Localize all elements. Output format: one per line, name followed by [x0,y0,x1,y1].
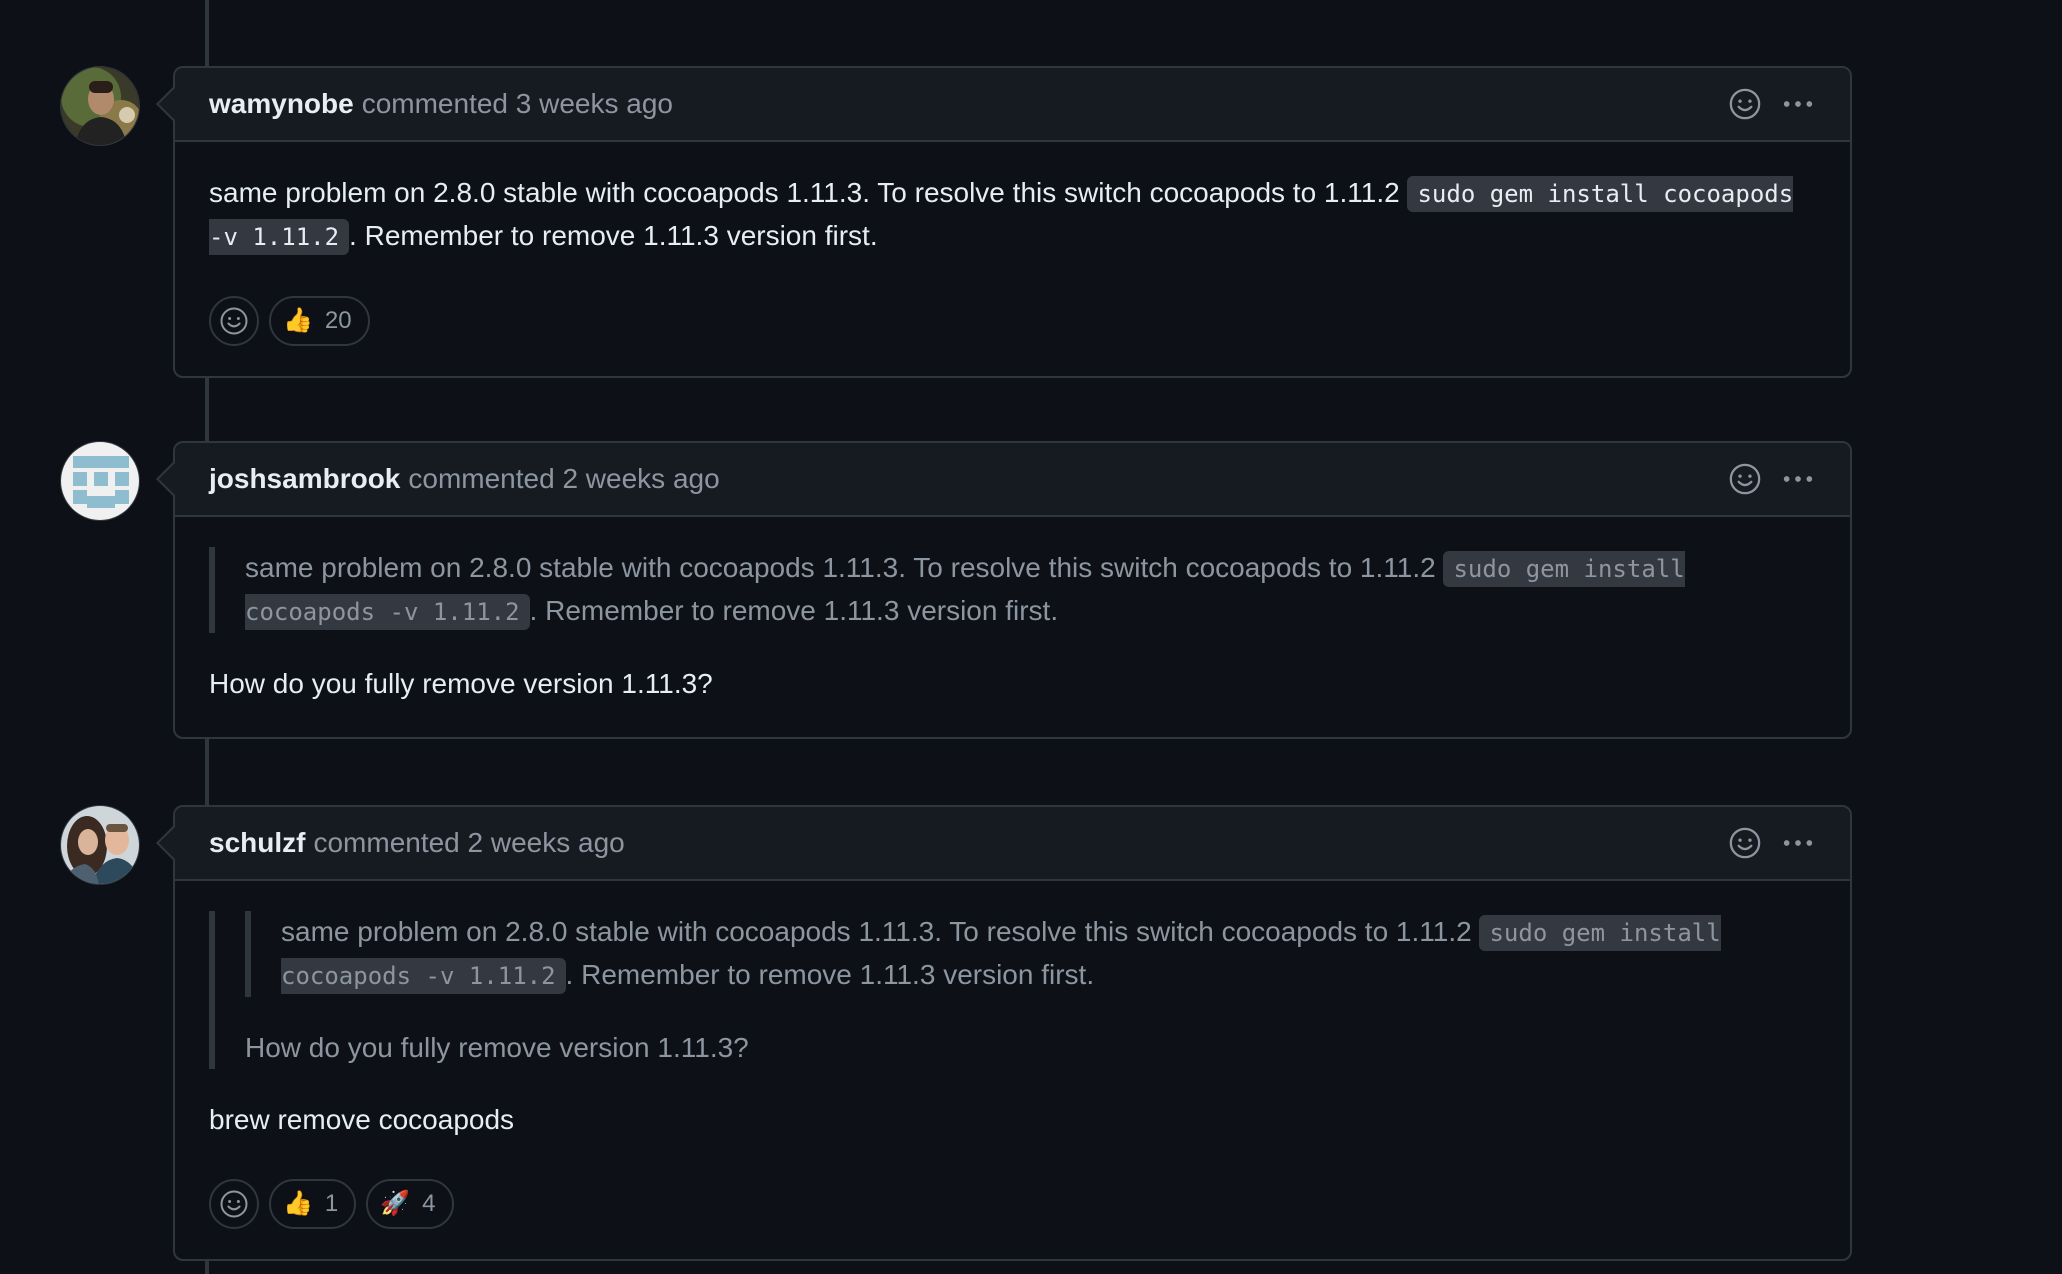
comment-header: joshsambrook commented 2 weeks ago [175,443,1850,517]
reaction-thumbs-up[interactable]: 👍 20 [269,296,370,346]
reaction-rocket[interactable]: 🚀 4 [366,1179,454,1229]
kebab-horizontal-icon[interactable] [1780,462,1816,496]
avatar-photo-icon [61,67,139,145]
quote-text-part: same problem on 2.8.0 stable with cocoap… [245,552,1444,583]
smiley-icon[interactable] [1728,87,1762,121]
rocket-icon: 🚀 [380,1190,411,1217]
thumbs-up-icon: 👍 [283,1190,313,1217]
smiley-icon[interactable] [1728,462,1762,496]
add-reaction-button[interactable] [209,1179,259,1229]
quote-text-part: . Remember to remove 1.11.3 version firs… [565,959,1095,990]
comment-author[interactable]: schulzf [209,827,305,859]
quote-text-part: same problem on 2.8.0 stable with cocoap… [281,916,1480,947]
comment-box: wamynobe commented 3 weeks ago same prob… [156,66,1852,378]
comment-text-part: . Remember to remove 1.11.3 version firs… [349,220,878,251]
avatar-photo-icon [61,806,139,884]
reactions-bar: 👍 1 🚀 4 [209,1179,1816,1229]
avatar[interactable] [60,441,140,521]
comment-actions [1728,807,1816,879]
comment-author[interactable]: joshsambrook [209,463,400,495]
quoted-reply: same problem on 2.8.0 stable with cocoap… [209,911,1816,1069]
reaction-count: 1 [324,1190,339,1217]
thumbs-up-icon: 👍 [283,307,313,334]
reactions-bar: 👍 20 [209,296,1816,346]
add-reaction-button[interactable] [209,296,259,346]
smiley-icon [220,1190,248,1218]
comment-body: same problem on 2.8.0 stable with cocoap… [175,142,1850,376]
comment-text: brew remove cocoapods [209,1104,515,1135]
issue-timeline: wamynobe commented 3 weeks ago same prob… [0,0,2062,1274]
comment-timestamp[interactable]: commented 2 weeks ago [408,463,719,495]
kebab-horizontal-icon[interactable] [1780,826,1816,860]
comment-timestamp[interactable]: commented 2 weeks ago [313,827,624,859]
reaction-count: 20 [324,307,352,334]
avatar[interactable] [60,805,140,885]
nested-quoted-reply: same problem on 2.8.0 stable with cocoap… [245,911,1816,997]
kebab-horizontal-icon[interactable] [1780,87,1816,121]
reaction-thumbs-up[interactable]: 👍 1 [269,1179,357,1229]
comment-header: schulzf commented 2 weeks ago [175,807,1850,881]
reaction-count: 4 [422,1190,436,1217]
comment-actions [1728,68,1816,140]
smiley-icon[interactable] [1728,826,1762,860]
quote-text: same problem on 2.8.0 stable with cocoap… [281,911,1816,997]
comment-body: same problem on 2.8.0 stable with cocoap… [175,517,1850,737]
quote-text: How do you fully remove version 1.11.3? [245,1032,749,1063]
avatar[interactable] [60,66,140,146]
comment-text: How do you fully remove version 1.11.3? [209,668,713,699]
comment-actions [1728,443,1816,515]
comment-timestamp[interactable]: commented 3 weeks ago [362,88,673,120]
comment-body: same problem on 2.8.0 stable with cocoap… [175,881,1850,1259]
comment-box: schulzf commented 2 weeks ago same probl… [156,805,1852,1261]
smiley-icon [220,307,248,335]
quote-text: same problem on 2.8.0 stable with cocoap… [245,547,1816,633]
comment-text-part: same problem on 2.8.0 stable with cocoap… [209,177,1408,208]
quote-text-part: . Remember to remove 1.11.3 version firs… [529,595,1059,626]
quoted-reply: same problem on 2.8.0 stable with cocoap… [209,547,1816,633]
comment-header: wamynobe commented 3 weeks ago [175,68,1850,142]
identicon-icon [61,442,139,520]
comment-text: same problem on 2.8.0 stable with cocoap… [209,172,1816,258]
comment-box: joshsambrook commented 2 weeks ago same … [156,441,1852,739]
comment-author[interactable]: wamynobe [209,88,354,120]
